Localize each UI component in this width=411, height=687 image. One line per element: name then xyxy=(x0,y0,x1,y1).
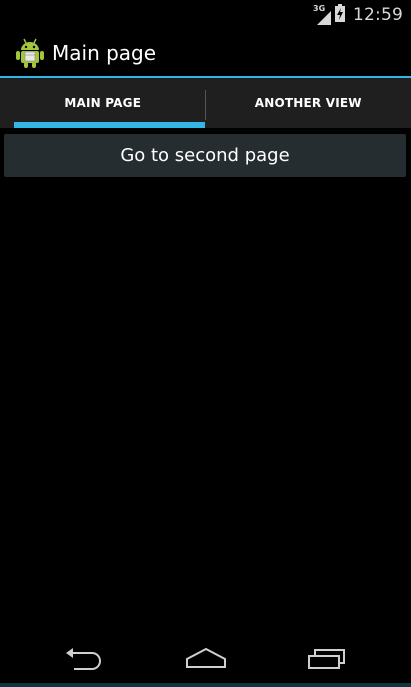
android-icon[interactable] xyxy=(14,36,46,70)
tab-main-page[interactable]: MAIN PAGE xyxy=(0,78,206,128)
signal-icon: 3G xyxy=(313,4,331,25)
home-icon[interactable] xyxy=(184,643,228,677)
tab-label: ANOTHER VIEW xyxy=(254,96,362,110)
screen: 3G 12:59 Main page MAIN PAGE ANOTHER VIE… xyxy=(0,0,411,687)
status-time: 12:59 xyxy=(353,5,403,25)
bottom-edge xyxy=(0,683,411,687)
tab-bar: MAIN PAGE ANOTHER VIEW xyxy=(0,78,411,128)
selected-tab-indicator xyxy=(14,122,205,128)
page-title: Main page xyxy=(52,41,157,65)
battery-icon xyxy=(335,4,345,26)
tab-label: MAIN PAGE xyxy=(64,96,142,110)
tab-another-view[interactable]: ANOTHER VIEW xyxy=(206,78,411,128)
tab-separator xyxy=(205,90,206,120)
go-to-second-page-button[interactable]: Go to second page xyxy=(4,134,406,177)
recents-icon[interactable] xyxy=(306,643,348,677)
navigation-bar xyxy=(0,633,411,683)
action-bar: Main page xyxy=(0,30,411,76)
back-icon[interactable] xyxy=(62,643,104,677)
button-label: Go to second page xyxy=(120,145,290,166)
status-bar: 3G 12:59 xyxy=(0,0,411,30)
